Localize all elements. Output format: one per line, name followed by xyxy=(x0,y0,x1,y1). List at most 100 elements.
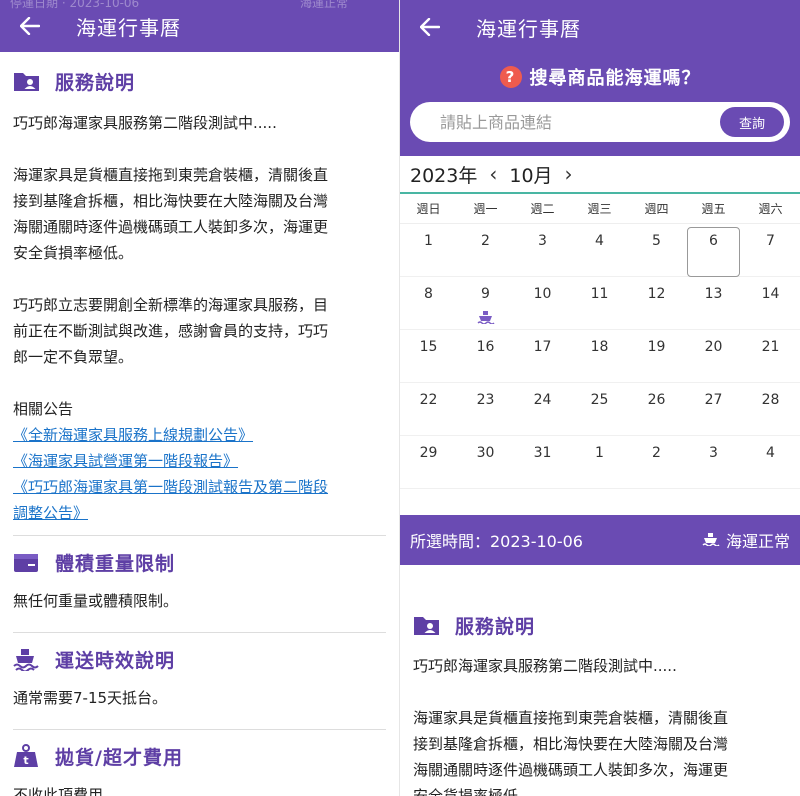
calendar-day[interactable]: 30 xyxy=(457,436,514,488)
calendar-day[interactable]: 11 xyxy=(571,277,628,329)
calendar-day-with-sailing[interactable]: 9 xyxy=(457,277,514,329)
weekday-label: 週六 xyxy=(758,202,783,216)
calendar-day[interactable]: 4 xyxy=(571,224,628,276)
weight-icon: t xyxy=(13,744,43,768)
paragraph-line: 海運家具是貨櫃直接拖到東莞倉裝櫃，清關後直 xyxy=(413,709,729,727)
next-month-chevron-icon[interactable]: › xyxy=(565,162,573,186)
calendar-header: 2023年 ‹ 10月 › xyxy=(400,156,800,194)
paragraph: 巧巧郎海運家具服務第二階段測試中..... xyxy=(413,657,677,675)
folder-user-icon xyxy=(413,613,443,637)
paragraph-line: 海運家具是貨櫃直接拖到東莞倉裝櫃，清關後直 xyxy=(13,166,329,184)
section-body: 巧巧郎海運家具服務第二階段測試中..... 海運家具是貨櫃直接拖到東莞倉裝櫃，清… xyxy=(413,653,787,796)
calendar-day[interactable]: 31 xyxy=(514,436,571,488)
calendar-day[interactable]: 4 xyxy=(742,436,799,488)
calendar-day[interactable]: 29 xyxy=(400,436,457,488)
calendar-day[interactable]: 27 xyxy=(685,383,742,435)
service-section: 服務說明 巧巧郎海運家具服務第二階段測試中..... 海運家具是貨櫃直接拖到東莞… xyxy=(0,52,399,536)
section-body: 不收此項費用。 xyxy=(13,786,119,796)
search-area: ? 搜尋商品能海運嗎？ 查詢 xyxy=(400,54,800,156)
shipping-status: 海運正常 xyxy=(702,528,790,552)
calendar-day[interactable]: 22 xyxy=(400,383,457,435)
calendar-day[interactable]: 19 xyxy=(628,330,685,382)
section-title: 服務說明 xyxy=(55,71,136,94)
calendar-day[interactable]: 8 xyxy=(400,277,457,329)
calendar-day[interactable]: 12 xyxy=(628,277,685,329)
calendar-day[interactable]: 20 xyxy=(685,330,742,382)
paragraph: 海運家具是貨櫃直接拖到東莞倉裝櫃，清關後直 接到基隆倉拆櫃，相比海快要在大陸海關… xyxy=(413,705,787,796)
prev-month-chevron-icon[interactable]: ‹ xyxy=(489,162,497,186)
calendar-day[interactable]: 13 xyxy=(685,277,742,329)
calendar-week: 8 9 10 11 12 13 14 xyxy=(400,277,800,330)
right-screen: 海運行事曆 ? 搜尋商品能海運嗎？ 查詢 2023年 ‹ 10月 › 週日 週一… xyxy=(400,0,800,796)
search-question-text: 搜尋商品能海運嗎？ xyxy=(529,68,701,89)
paragraph-line: 郎一定不負眾望。 xyxy=(13,348,134,366)
calendar-day[interactable]: 2 xyxy=(457,224,514,276)
calendar-day[interactable]: 7 xyxy=(742,224,799,276)
service-section: 服務說明 巧巧郎海運家具服務第二階段測試中..... 海運家具是貨櫃直接拖到東莞… xyxy=(400,597,800,796)
section-header: 服務說明 xyxy=(13,52,386,110)
paragraph-line: 海關通關時逐件過機碼頭工人裝卸多次，海運更 xyxy=(413,761,729,779)
calendar-day[interactable]: 3 xyxy=(685,436,742,488)
calendar-day[interactable]: 14 xyxy=(742,277,799,329)
announcement-link[interactable]: 調整公告》 xyxy=(13,500,386,526)
selected-date-bar: 所選時間：2023-10-06 海運正常 xyxy=(400,515,800,565)
calendar-day[interactable]: 21 xyxy=(742,330,799,382)
calendar-day[interactable]: 17 xyxy=(514,330,571,382)
weekday-label: 週二 xyxy=(530,202,555,216)
back-arrow-icon[interactable] xyxy=(416,13,444,41)
section-body: 巧巧郎海運家具服務第二階段測試中..... 海運家具是貨櫃直接拖到東莞倉裝櫃，清… xyxy=(13,110,386,526)
section-header: 運送時效說明 xyxy=(13,633,386,685)
back-arrow-icon[interactable] xyxy=(16,12,44,40)
calendar-day[interactable]: 23 xyxy=(457,383,514,435)
calendar-month: 10月 xyxy=(509,164,553,187)
calendar-day[interactable]: 5 xyxy=(628,224,685,276)
volume-section: 體積重量限制 無任何重量或體積限制。 xyxy=(0,536,399,633)
paragraph-line: 前正在不斷測試與改進，感謝會員的支持，巧巧 xyxy=(13,322,329,340)
calendar-day[interactable]: 2 xyxy=(628,436,685,488)
ship-icon xyxy=(477,310,495,328)
paragraph-line: 海關通關時逐件過機碼頭工人裝卸多次，海運更 xyxy=(13,218,329,236)
calendar-day-selected[interactable]: 6 xyxy=(685,224,742,277)
section-body: 無任何重量或體積限制。 xyxy=(13,592,179,610)
calendar-day[interactable]: 28 xyxy=(742,383,799,435)
calendar-year: 2023年 xyxy=(410,164,478,187)
section-title: 服務說明 xyxy=(455,615,536,638)
paragraph-line: 接到基隆倉拆櫃，相比海快要在大陸海關及台灣 xyxy=(13,192,329,210)
calendar-day-number: 9 xyxy=(481,286,490,302)
selected-date-label: 所選時間：2023-10-06 xyxy=(410,532,583,551)
section-header: 服務說明 xyxy=(413,597,787,653)
weekday-label: 週一 xyxy=(473,202,498,216)
weekday-label: 週四 xyxy=(644,202,669,216)
weekday-row: 週日 週一 週二 週三 週四 週五 週六 xyxy=(400,194,800,224)
paragraph: 巧巧郎立志要開創全新標準的海運家具服務，目 前正在不斷測試與改進，感謝會員的支持… xyxy=(13,292,386,370)
calendar-day[interactable]: 1 xyxy=(400,224,457,276)
calendar-day[interactable]: 18 xyxy=(571,330,628,382)
announcement-link[interactable]: 《巧巧郎海運家具第一階段測試報告及第二階段 xyxy=(13,474,386,500)
calendar-week: 22 23 24 25 26 27 28 xyxy=(400,383,800,436)
weekday-label: 週五 xyxy=(701,202,726,216)
left-screen: 停運日期 · 2023-10-06 海運正常 海運行事曆 服務說明 巧巧郎海運家… xyxy=(0,0,400,796)
paragraph-line: 接到基隆倉拆櫃，相比海快要在大陸海關及台灣 xyxy=(413,735,729,753)
section-title: 拋貨/超才費用 xyxy=(55,746,183,769)
calendar-day[interactable]: 3 xyxy=(514,224,571,276)
announcement-link[interactable]: 《海運家具試營運第一階段報告》 xyxy=(13,448,386,474)
query-button[interactable]: 查詢 xyxy=(720,107,784,137)
calendar-day[interactable]: 1 xyxy=(571,436,628,488)
section-title: 運送時效說明 xyxy=(55,649,176,672)
calendar-day[interactable]: 15 xyxy=(400,330,457,382)
calendar-day[interactable]: 25 xyxy=(571,383,628,435)
folder-user-icon xyxy=(13,69,43,93)
calendar-day[interactable]: 10 xyxy=(514,277,571,329)
weekday-label: 週三 xyxy=(587,202,612,216)
calendar-week: 1 2 3 4 5 6 7 xyxy=(400,224,800,277)
calendar-day[interactable]: 26 xyxy=(628,383,685,435)
calendar-week: 29 30 31 1 2 3 4 xyxy=(400,436,800,489)
calendar-day[interactable]: 16 xyxy=(457,330,514,382)
announcement-link[interactable]: 《全新海運家具服務上線規劃公告》 xyxy=(13,422,386,448)
selection-box xyxy=(687,227,740,277)
product-link-input[interactable] xyxy=(440,112,720,132)
delivery-section: 運送時效說明 通常需要7-15天抵台。 xyxy=(0,633,399,730)
calendar-day[interactable]: 24 xyxy=(514,383,571,435)
question-icon: ? xyxy=(499,66,522,88)
svg-text:t: t xyxy=(23,754,28,767)
